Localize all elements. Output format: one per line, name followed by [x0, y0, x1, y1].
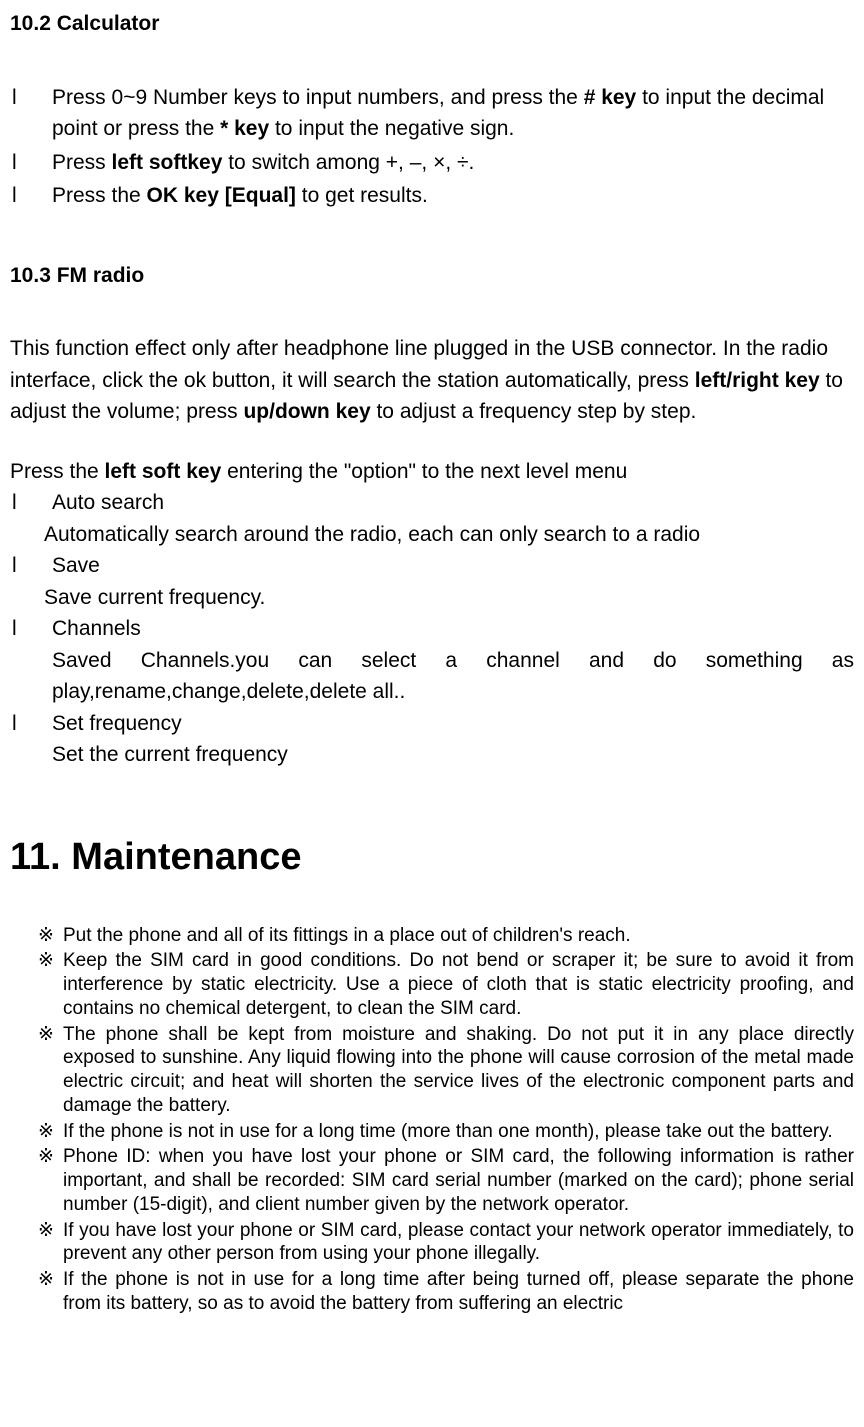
- maintenance-text: Keep the SIM card in good conditions. Do…: [63, 949, 854, 1020]
- fm-option-description: Saved Channels.you can select a channel …: [10, 645, 854, 708]
- fm-option-header: lSet frequency: [10, 708, 854, 740]
- reference-mark-icon: ※: [38, 1268, 63, 1316]
- fm-option-header: lChannels: [10, 613, 854, 645]
- section-10-2-heading: 10.2 Calculator: [10, 8, 854, 40]
- fm-option: lSet frequencySet the current frequency: [10, 708, 854, 771]
- plain-text: Press the: [52, 184, 147, 207]
- fm-option-intro: Press the left soft key entering the "op…: [10, 456, 854, 488]
- fm-option-description: Set the current frequency: [10, 739, 854, 771]
- maintenance-item: ※If the phone is not in use for a long t…: [38, 1268, 854, 1316]
- fm-option: lChannelsSaved Channels.you can select a…: [10, 613, 854, 708]
- bold-text: * key: [220, 117, 269, 140]
- reference-mark-icon: ※: [38, 1120, 63, 1144]
- maintenance-text: If the phone is not in use for a long ti…: [63, 1268, 854, 1316]
- maintenance-item: ※Phone ID: when you have lost your phone…: [38, 1145, 854, 1216]
- bullet-marker: l: [10, 180, 52, 212]
- bullet-marker: l: [10, 708, 52, 740]
- maintenance-item: ※Keep the SIM card in good conditions. D…: [38, 949, 854, 1020]
- bullet-marker: l: [10, 550, 52, 582]
- plain-text: to get results.: [296, 184, 428, 207]
- bullet-item: lPress the OK key [Equal] to get results…: [10, 180, 854, 212]
- calculator-bullet-list: lPress 0~9 Number keys to input numbers,…: [10, 82, 854, 212]
- maintenance-text: If the phone is not in use for a long ti…: [63, 1120, 854, 1144]
- plain-text: entering the "option" to the next level …: [221, 460, 627, 483]
- bullet-content: Press left softkey to switch among +, –,…: [52, 147, 854, 179]
- bullet-content: Press 0~9 Number keys to input numbers, …: [52, 82, 854, 145]
- bullet-item: lPress left softkey to switch among +, –…: [10, 147, 854, 179]
- bold-text: OK key [Equal]: [147, 184, 296, 207]
- fm-option-description: Automatically search around the radio, e…: [10, 519, 854, 551]
- reference-mark-icon: ※: [38, 924, 63, 948]
- plain-text: Press: [52, 151, 112, 174]
- bold-text: up/down key: [243, 400, 370, 423]
- fm-option-header: lSave: [10, 550, 854, 582]
- fm-option-description: Save current frequency.: [10, 582, 854, 614]
- maintenance-text: Put the phone and all of its fittings in…: [63, 924, 854, 948]
- fm-option-label: Auto search: [52, 487, 164, 519]
- maintenance-item: ※If you have lost your phone or SIM card…: [38, 1219, 854, 1267]
- plain-text: to switch among +, –, ×, ÷.: [222, 151, 474, 174]
- fm-option-header: lAuto search: [10, 487, 854, 519]
- maintenance-item: ※The phone shall be kept from moisture a…: [38, 1023, 854, 1118]
- fm-option: lSaveSave current frequency.: [10, 550, 854, 613]
- bold-text: left/right key: [695, 369, 820, 392]
- fm-options-list: lAuto searchAutomatically search around …: [10, 487, 854, 771]
- bullet-marker: l: [10, 82, 52, 145]
- bullet-content: Press the OK key [Equal] to get results.: [52, 180, 854, 212]
- fm-option-label: Channels: [52, 613, 141, 645]
- reference-mark-icon: ※: [38, 949, 63, 1020]
- fm-option: lAuto searchAutomatically search around …: [10, 487, 854, 550]
- maintenance-text: If you have lost your phone or SIM card,…: [63, 1219, 854, 1267]
- bullet-marker: l: [10, 147, 52, 179]
- bullet-marker: l: [10, 613, 52, 645]
- plain-text: Press the: [10, 460, 105, 483]
- section-10-3-heading: 10.3 FM radio: [10, 260, 854, 292]
- fm-option-label: Save: [52, 550, 100, 582]
- maintenance-text: Phone ID: when you have lost your phone …: [63, 1145, 854, 1216]
- plain-text: to input the negative sign.: [269, 117, 514, 140]
- reference-mark-icon: ※: [38, 1219, 63, 1267]
- reference-mark-icon: ※: [38, 1023, 63, 1118]
- plain-text: to adjust a frequency step by step.: [371, 400, 697, 423]
- maintenance-item: ※If the phone is not in use for a long t…: [38, 1120, 854, 1144]
- fm-option-label: Set frequency: [52, 708, 182, 740]
- plain-text: Press 0~9 Number keys to input numbers, …: [52, 86, 584, 109]
- chapter-11-heading: 11. Maintenance: [10, 829, 854, 886]
- maintenance-text: The phone shall be kept from moisture an…: [63, 1023, 854, 1118]
- maintenance-item: ※Put the phone and all of its fittings i…: [38, 924, 854, 948]
- maintenance-list: ※Put the phone and all of its fittings i…: [10, 924, 854, 1316]
- bold-text: left softkey: [112, 151, 223, 174]
- reference-mark-icon: ※: [38, 1145, 63, 1216]
- bullet-item: lPress 0~9 Number keys to input numbers,…: [10, 82, 854, 145]
- bold-text: left soft key: [105, 460, 222, 483]
- fm-intro-paragraph: This function effect only after headphon…: [10, 333, 854, 428]
- bullet-marker: l: [10, 487, 52, 519]
- bold-text: # key: [584, 86, 637, 109]
